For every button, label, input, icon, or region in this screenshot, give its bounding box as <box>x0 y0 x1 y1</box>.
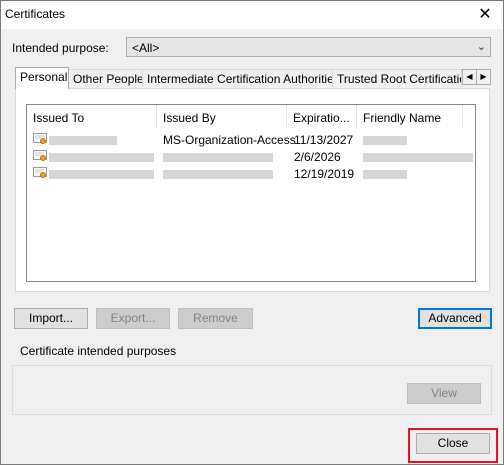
tab-label: Intermediate Certification Authorities <box>147 72 333 86</box>
redacted-issued-to <box>49 153 154 162</box>
certificate-list[interactable]: Issued To Issued By Expiratio... Friendl… <box>26 104 476 282</box>
expiration-cell: 2/6/2026 <box>294 150 341 164</box>
tab-scroll-right-icon[interactable]: ▶ <box>476 69 491 85</box>
title-bar: Certificates ✕ <box>1 1 503 29</box>
column-issued-by[interactable]: Issued By <box>157 105 287 129</box>
list-header: Issued To Issued By Expiratio... Friendl… <box>27 105 475 129</box>
certificate-icon <box>33 133 47 144</box>
remove-button[interactable]: Remove <box>178 308 253 329</box>
redacted-friendly-name <box>363 136 407 145</box>
intended-purpose-select[interactable]: <All> ⌄ <box>126 37 491 57</box>
intended-purpose-label: Intended purpose: <box>12 41 109 55</box>
close-icon[interactable]: ✕ <box>475 5 495 25</box>
column-friendly-name[interactable]: Friendly Name <box>357 105 463 129</box>
import-button[interactable]: Import... <box>14 308 88 329</box>
table-row[interactable]: MS-Organization-Access 11/13/2027 <box>27 132 475 148</box>
redacted-issued-by <box>163 170 273 179</box>
redacted-issued-by <box>163 153 273 162</box>
column-expiration[interactable]: Expiratio... <box>287 105 357 129</box>
redacted-issued-to <box>49 170 154 179</box>
redacted-friendly-name <box>363 153 473 162</box>
window-title: Certificates <box>5 7 66 21</box>
chevron-down-icon: ⌄ <box>476 41 486 53</box>
expiration-cell: 12/19/2019 <box>294 167 355 181</box>
export-button[interactable]: Export... <box>96 308 170 329</box>
tab-intermediate-ca[interactable]: Intermediate Certification Authorities <box>142 69 333 87</box>
intended-purposes-label: Certificate intended purposes <box>20 344 177 358</box>
table-row[interactable]: 12/19/2019 <box>27 166 475 182</box>
tab-scroll-left-icon[interactable]: ◀ <box>462 69 477 85</box>
certificate-icon <box>33 167 47 178</box>
tab-strip: Personal Other People Intermediate Certi… <box>15 67 491 89</box>
intended-purpose-value: <All> <box>132 41 160 55</box>
intended-purposes-box: View <box>12 365 492 415</box>
tab-label: Trusted Root Certification <box>337 72 462 86</box>
view-button[interactable]: View <box>407 383 481 404</box>
advanced-button[interactable]: Advanced <box>418 308 492 329</box>
tab-label: Personal <box>20 70 68 84</box>
close-button[interactable]: Close <box>416 433 490 454</box>
table-row[interactable]: 2/6/2026 <box>27 149 475 165</box>
redacted-issued-to <box>49 136 117 145</box>
tab-label: Other People <box>73 72 143 86</box>
issued-by-cell: MS-Organization-Access <box>163 133 296 147</box>
tab-personal[interactable]: Personal <box>15 67 69 89</box>
certificates-dialog: Certificates ✕ Intended purpose: <All> ⌄… <box>0 0 504 465</box>
tab-panel: Issued To Issued By Expiratio... Friendl… <box>15 88 490 292</box>
redacted-friendly-name <box>363 170 407 179</box>
column-issued-to[interactable]: Issued To <box>27 105 157 129</box>
certificate-icon <box>33 150 47 161</box>
expiration-cell: 11/13/2027 <box>294 133 354 147</box>
close-button-highlight: Close <box>408 428 498 463</box>
tab-other-people[interactable]: Other People <box>68 69 143 87</box>
tab-trusted-root[interactable]: Trusted Root Certification <box>332 69 462 87</box>
